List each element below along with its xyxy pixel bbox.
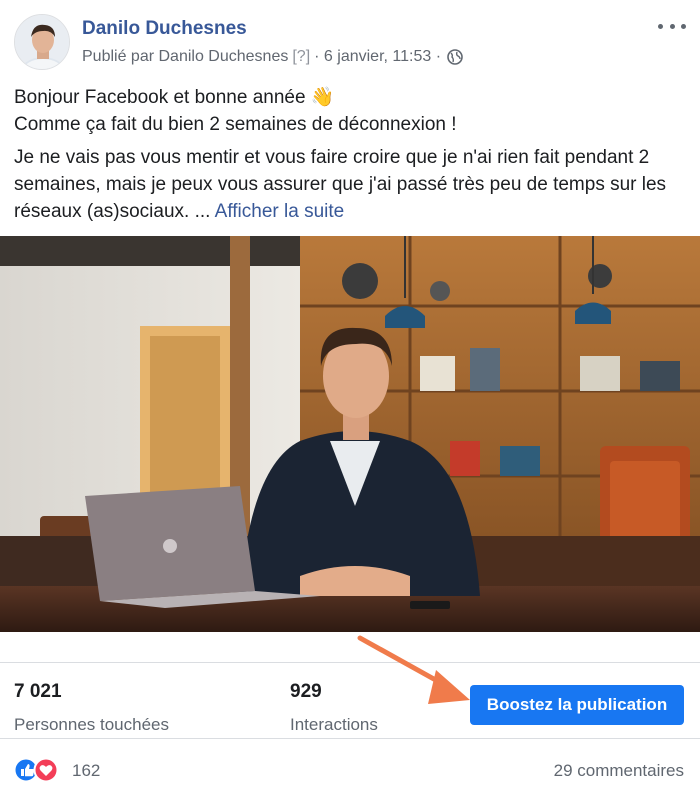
see-more-link[interactable]: Afficher la suite	[215, 201, 345, 222]
avatar[interactable]	[14, 14, 70, 70]
more-options-icon[interactable]	[658, 16, 686, 36]
reactions-bar: 162 29 commentaires	[0, 738, 700, 797]
post-line-2: Comme ça fait du bien 2 semaines de déco…	[14, 114, 457, 135]
interactions-value: 929	[290, 681, 322, 702]
author-name[interactable]: Danilo Duchesnes	[82, 18, 247, 40]
post-insights: 7 021 Personnes touchées 929 Interaction…	[0, 662, 700, 738]
reaction-icons[interactable]	[13, 757, 68, 783]
interactions-label: Interactions	[290, 715, 378, 734]
reach-label: Personnes touchées	[14, 715, 169, 734]
boost-post-button[interactable]: Boostez la publication	[470, 685, 684, 725]
post-header: Danilo Duchesnes Publié par Danilo Duche…	[14, 14, 686, 74]
reaction-count[interactable]: 162	[72, 761, 100, 781]
post-line-1: Bonjour Facebook et bonne année 👋	[14, 87, 335, 108]
interactions-stat[interactable]: 929 Interactions	[290, 681, 378, 735]
facebook-post: Danilo Duchesnes Publié par Danilo Duche…	[0, 0, 700, 797]
post-photo[interactable]	[0, 236, 700, 632]
help-marker[interactable]: [?]	[292, 48, 310, 66]
post-date[interactable]: · 6 janvier, 11:53 ·	[314, 48, 441, 66]
reach-stat[interactable]: 7 021 Personnes touchées	[14, 681, 169, 735]
globe-icon	[447, 49, 463, 65]
comments-count-link[interactable]: 29 commentaires	[554, 761, 684, 781]
reach-value: 7 021	[14, 681, 62, 702]
love-icon	[33, 757, 59, 783]
post-meta: Publié par Danilo Duchesnes [?] · 6 janv…	[82, 48, 463, 66]
published-by: Publié par Danilo Duchesnes	[82, 48, 289, 65]
post-text: Bonjour Facebook et bonne année 👋 Comme …	[14, 84, 686, 231]
